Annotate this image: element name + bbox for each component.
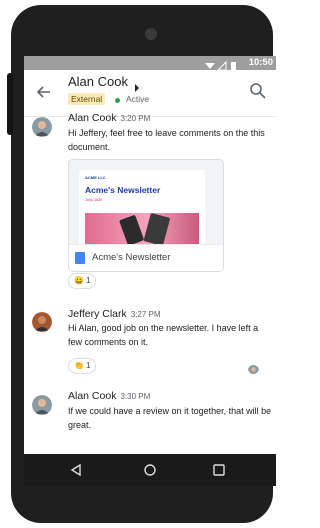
clapping-hands-icon: 👏 <box>74 361 84 370</box>
nav-home-button[interactable] <box>143 463 157 477</box>
nav-recents-button[interactable] <box>212 463 226 477</box>
attachment-title: Acme's Newsletter <box>92 252 171 263</box>
message-author: Jeffery Clark 3:27 PM <box>68 308 161 320</box>
external-badge: External <box>68 93 106 105</box>
avatar-alan-cook[interactable] <box>32 117 52 137</box>
document-preview: ACME LLC Acme's Newsletter Jul 6, 2020 <box>69 160 223 244</box>
message-text[interactable]: If we could have a review on it together… <box>68 405 273 432</box>
message-text[interactable]: Hi Jeffery, feel free to leave comments … <box>68 127 273 154</box>
signal-icon <box>216 60 227 71</box>
active-status-dot <box>115 98 120 103</box>
battery-icon <box>231 62 236 70</box>
grinning-emoji-icon: 😀 <box>74 276 84 285</box>
back-button[interactable] <box>34 82 54 102</box>
message-time: 3:20 PM <box>120 114 151 123</box>
newsletter-date: Jul 6, 2020 <box>85 198 103 202</box>
nav-recents-icon <box>213 464 225 476</box>
search-button[interactable] <box>248 81 268 101</box>
newsletter-thumbnail: ACME LLC Acme's Newsletter Jul 6, 2020 <box>79 170 205 244</box>
active-status-label: Active <box>126 94 150 104</box>
conversation-title[interactable]: Alan Cook <box>68 74 128 89</box>
status-bar: 10:50 <box>24 56 276 71</box>
newsletter-headline: Acme's Newsletter <box>85 185 161 195</box>
search-icon <box>250 83 266 99</box>
reaction-chip[interactable]: 👏 1 <box>68 358 97 374</box>
avatar-jeffery-clark[interactable] <box>32 312 52 332</box>
reaction-chip[interactable]: 😀 1 <box>68 273 97 289</box>
read-receipt-avatar <box>248 363 259 374</box>
message-author: Alan Cook 3:20 PM <box>68 112 151 124</box>
android-nav-bar <box>24 454 276 486</box>
phone-side-button <box>7 73 13 135</box>
app-bar: Alan Cook External Active <box>24 70 276 117</box>
status-time: 10:50 <box>248 57 273 68</box>
docs-icon <box>75 252 85 264</box>
message-time: 3:30 PM <box>120 392 151 401</box>
reaction-count: 1 <box>85 361 91 370</box>
attachment-footer: Acme's Newsletter <box>69 244 223 271</box>
document-attachment-card[interactable]: ACME LLC Acme's Newsletter Jul 6, 2020 A… <box>68 159 224 272</box>
reaction-count: 1 <box>85 276 91 285</box>
newsletter-brand: ACME LLC <box>85 175 106 180</box>
avatar-alan-cook[interactable] <box>32 395 52 415</box>
message-time: 3:27 PM <box>130 310 161 319</box>
arrow-back-icon <box>36 86 50 98</box>
nav-back-button[interactable] <box>69 463 83 477</box>
message-text[interactable]: Hi Alan, good job on the newsletter. I h… <box>68 322 273 349</box>
screen: 10:50 Alan Cook External Active Alan Coo… <box>24 56 276 486</box>
message-author: Alan Cook 3:30 PM <box>68 390 151 402</box>
wifi-icon <box>205 63 215 69</box>
nav-back-icon <box>70 463 81 477</box>
newsletter-photo <box>85 213 199 244</box>
phone-camera <box>145 28 157 40</box>
nav-home-icon <box>144 464 156 476</box>
